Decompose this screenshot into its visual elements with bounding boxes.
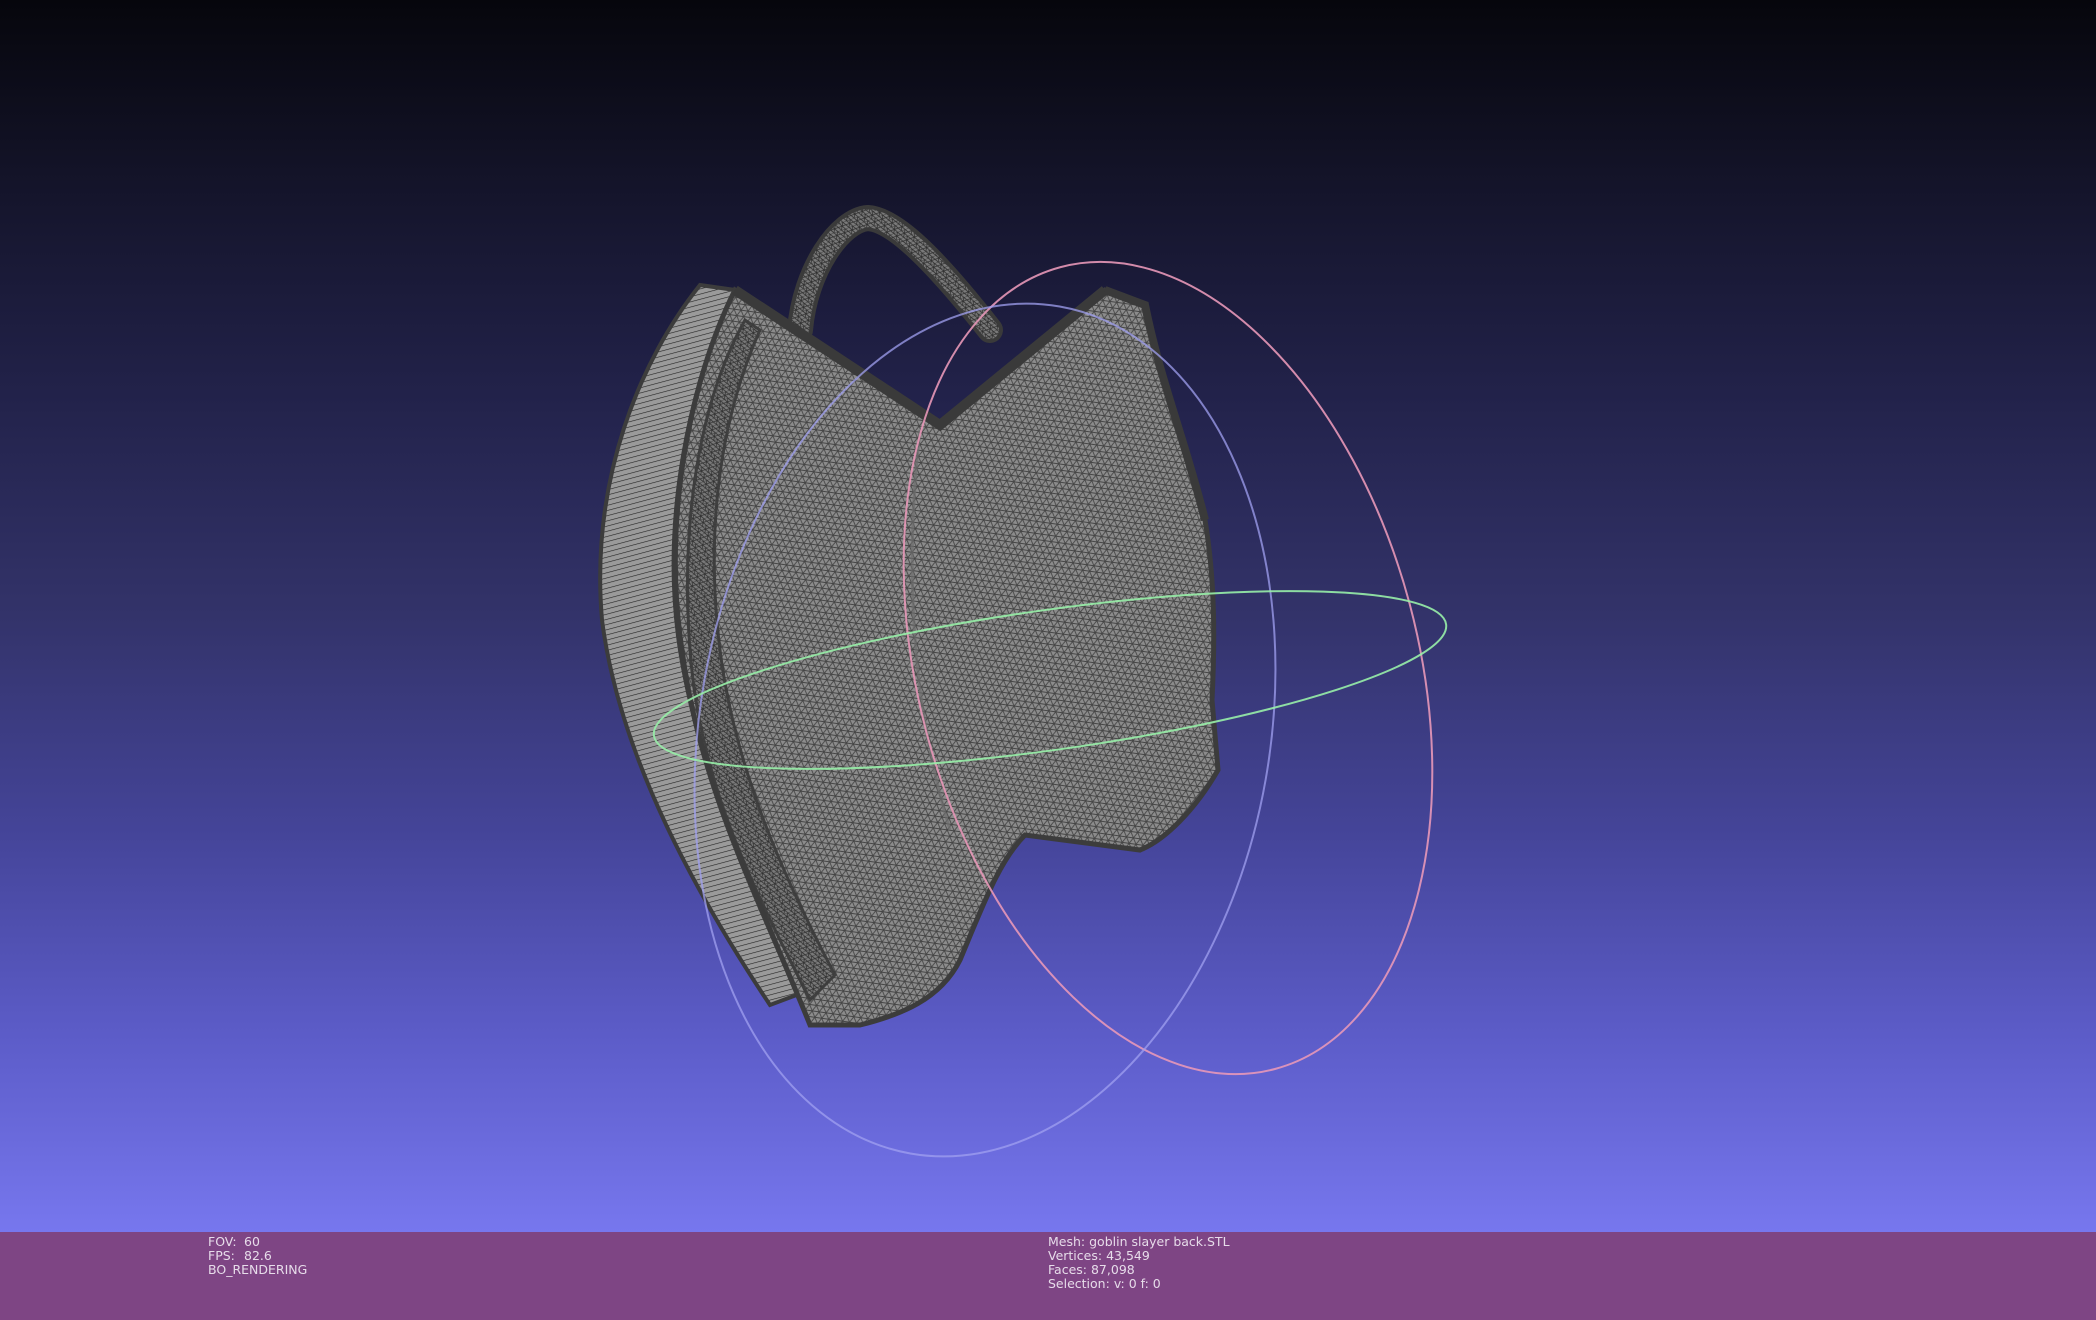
faces-label: Faces:	[1048, 1262, 1087, 1277]
mesh-line: Mesh: goblin slayer back.STL	[1048, 1235, 1230, 1249]
vertices-label: Vertices:	[1048, 1248, 1103, 1263]
mesh-label: Mesh:	[1048, 1234, 1086, 1249]
selection-line: Selection: v: 0 f: 0	[1048, 1277, 1230, 1291]
render-info: FOV: 60 FPS: 82.6 BO_RENDERING	[208, 1235, 307, 1277]
selection-label: Selection:	[1048, 1276, 1110, 1291]
fov-value: 60	[244, 1234, 260, 1249]
3d-viewport[interactable]	[0, 0, 2096, 1232]
scene-canvas[interactable]	[0, 0, 2096, 1232]
faces-line: Faces: 87,098	[1048, 1263, 1230, 1277]
render-mode: BO_RENDERING	[208, 1262, 308, 1277]
fps-line: FPS: 82.6	[208, 1249, 307, 1263]
selection-value: v: 0 f: 0	[1113, 1276, 1161, 1291]
vertices-line: Vertices: 43,549	[1048, 1249, 1230, 1263]
faces-value: 87,098	[1090, 1262, 1135, 1277]
status-bar: FOV: 60 FPS: 82.6 BO_RENDERING Mesh: gobli…	[0, 1232, 2096, 1320]
vertices-value: 43,549	[1106, 1248, 1150, 1263]
fov-line: FOV: 60	[208, 1235, 307, 1249]
mesh-info: Mesh: goblin slayer back.STL Vertices: 4…	[1048, 1235, 1230, 1291]
fov-label: FOV:	[208, 1234, 237, 1249]
fps-label: FPS:	[208, 1248, 235, 1263]
mesh-name: goblin slayer back.STL	[1089, 1234, 1230, 1249]
fps-value: 82.6	[244, 1248, 272, 1263]
